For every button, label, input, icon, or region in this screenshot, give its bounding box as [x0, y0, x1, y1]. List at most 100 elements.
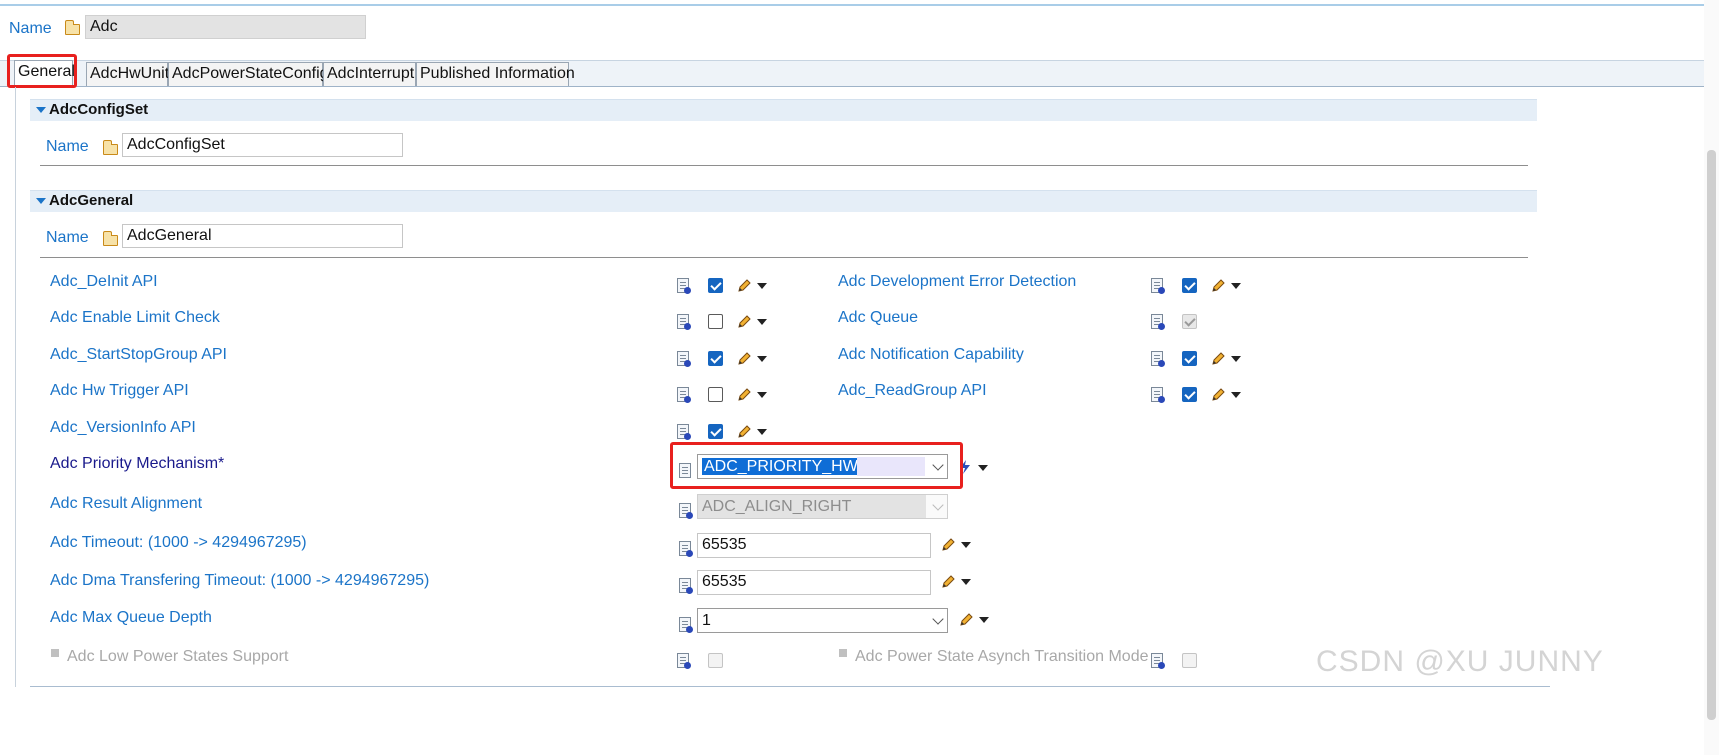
separator	[40, 257, 1528, 258]
separator	[40, 165, 1528, 166]
pencil-icon[interactable]	[1210, 351, 1226, 367]
collapse-icon[interactable]	[36, 107, 46, 113]
general-name-label: Name	[46, 229, 89, 246]
check-label: Adc Queue	[838, 309, 919, 326]
section-title-general: AdcGeneral	[49, 192, 134, 209]
alignment-select: ADC_ALIGN_RIGHT	[697, 494, 948, 519]
pencil-icon[interactable]	[736, 314, 752, 330]
checkbox-adc-queue	[1182, 314, 1197, 329]
doc-badge-icon	[684, 287, 691, 294]
tab-adchwunit[interactable]: AdcHwUnit	[86, 62, 169, 86]
dma-timeout-label: Adc Dma Transfering Timeout: (1000 -> 42…	[50, 572, 430, 589]
queue-depth-value: 1	[702, 612, 711, 629]
name-field[interactable]: Adc	[85, 15, 366, 39]
dropdown-arrow-icon[interactable]	[979, 617, 989, 623]
dropdown-arrow-icon[interactable]	[1231, 283, 1241, 289]
doc-badge-icon	[1158, 662, 1165, 669]
name-label: Name	[9, 20, 52, 37]
doc-badge-icon	[686, 512, 693, 519]
tab-published-information[interactable]: Published Information	[416, 62, 575, 86]
configset-name-label: Name	[46, 138, 89, 155]
timeout-label: Adc Timeout: (1000 -> 4294967295)	[50, 534, 307, 551]
check-label: Adc Development Error Detection	[838, 273, 1077, 290]
section-header-configset[interactable]	[30, 99, 1537, 121]
tab-bar-line	[0, 86, 1719, 87]
checkbox-versioninfo-api[interactable]	[708, 424, 723, 439]
low-power-label: Adc Low Power States Support	[67, 648, 289, 665]
dropdown-arrow-icon[interactable]	[961, 542, 971, 548]
pencil-icon[interactable]	[1210, 387, 1226, 403]
check-label: Adc Notification Capability	[838, 346, 1024, 363]
dropdown-arrow-icon[interactable]	[1231, 392, 1241, 398]
doc-badge-icon	[1158, 360, 1165, 367]
checkbox-deinit-api[interactable]	[708, 278, 723, 293]
section-title-configset: AdcConfigSet	[49, 101, 149, 118]
checkbox-power-async-mode	[1182, 653, 1197, 668]
collapse-icon[interactable]	[36, 198, 46, 204]
timeout-field[interactable]: 65535	[697, 533, 931, 558]
configset-name-field[interactable]: AdcConfigSet	[122, 133, 403, 157]
priority-highlight-box	[670, 442, 963, 489]
general-name-field[interactable]: AdcGeneral	[122, 224, 403, 248]
check-label: Adc_DeInit API	[50, 273, 158, 290]
top-border	[0, 4, 1719, 6]
tab-adcinterrupt[interactable]: AdcInterrupt	[323, 62, 416, 86]
tab-adcpowerstateconfig[interactable]: AdcPowerStateConfig	[168, 62, 329, 86]
dropdown-arrow-icon[interactable]	[1231, 356, 1241, 362]
pencil-icon[interactable]	[736, 278, 752, 294]
dropdown-arrow-icon[interactable]	[978, 465, 988, 471]
pencil-icon[interactable]	[940, 537, 956, 553]
dropdown-arrow-icon[interactable]	[961, 579, 971, 585]
dropdown-arrow-icon[interactable]	[757, 356, 767, 362]
queue-depth-label: Adc Max Queue Depth	[50, 609, 212, 626]
pencil-icon[interactable]	[736, 387, 752, 403]
tab-highlight-box	[7, 54, 77, 88]
doc-badge-icon	[686, 587, 693, 594]
checkbox-dev-error-detection[interactable]	[1182, 278, 1197, 293]
checkbox-enable-limit-check[interactable]	[708, 314, 723, 329]
doc-badge-icon	[684, 360, 691, 367]
scrollbar-thumb[interactable]	[1707, 150, 1716, 720]
panel-left-border	[15, 87, 16, 687]
check-label: Adc_ReadGroup API	[838, 382, 987, 399]
folder-icon	[65, 20, 80, 35]
doc-badge-icon	[1158, 287, 1165, 294]
checkbox-startstopgroup-api[interactable]	[708, 351, 723, 366]
dropdown-arrow-icon[interactable]	[757, 392, 767, 398]
doc-badge-icon	[686, 626, 693, 633]
doc-badge-icon	[1158, 396, 1165, 403]
pencil-icon[interactable]	[940, 574, 956, 590]
check-label: Adc_StartStopGroup API	[50, 346, 227, 363]
checkbox-notification-capability[interactable]	[1182, 351, 1197, 366]
folder-icon	[103, 140, 118, 155]
pencil-icon[interactable]	[1210, 278, 1226, 294]
doc-badge-icon	[684, 433, 691, 440]
doc-badge-icon	[684, 396, 691, 403]
pencil-icon[interactable]	[958, 612, 974, 628]
queue-depth-select[interactable]: 1	[697, 608, 948, 633]
check-label: Adc Enable Limit Check	[50, 309, 220, 326]
dma-timeout-field[interactable]: 65535	[697, 570, 931, 595]
pencil-icon[interactable]	[736, 351, 752, 367]
check-label: Adc Hw Trigger API	[50, 382, 189, 399]
check-label: Adc_VersionInfo API	[50, 419, 196, 436]
dropdown-arrow-icon[interactable]	[757, 319, 767, 325]
priority-label: Adc Priority Mechanism*	[50, 455, 225, 472]
bottom-border	[30, 686, 1550, 687]
doc-badge-icon	[684, 323, 691, 330]
doc-badge-icon	[684, 662, 691, 669]
watermark: CSDN @XU JUNNY	[1316, 645, 1604, 678]
checkbox-readgroup-api[interactable]	[1182, 387, 1197, 402]
chevron-down-icon	[932, 613, 944, 625]
power-async-label: Adc Power State Asynch Transition Mode	[855, 648, 1149, 665]
dropdown-arrow-icon[interactable]	[757, 429, 767, 435]
info-marker-icon	[839, 649, 847, 657]
doc-badge-icon	[1158, 323, 1165, 330]
chevron-down-icon	[932, 499, 944, 511]
section-header-general[interactable]	[30, 190, 1537, 212]
pencil-icon[interactable]	[736, 424, 752, 440]
doc-badge-icon	[686, 550, 693, 557]
alignment-label: Adc Result Alignment	[50, 495, 203, 512]
checkbox-hw-trigger-api[interactable]	[708, 387, 723, 402]
dropdown-arrow-icon[interactable]	[757, 283, 767, 289]
